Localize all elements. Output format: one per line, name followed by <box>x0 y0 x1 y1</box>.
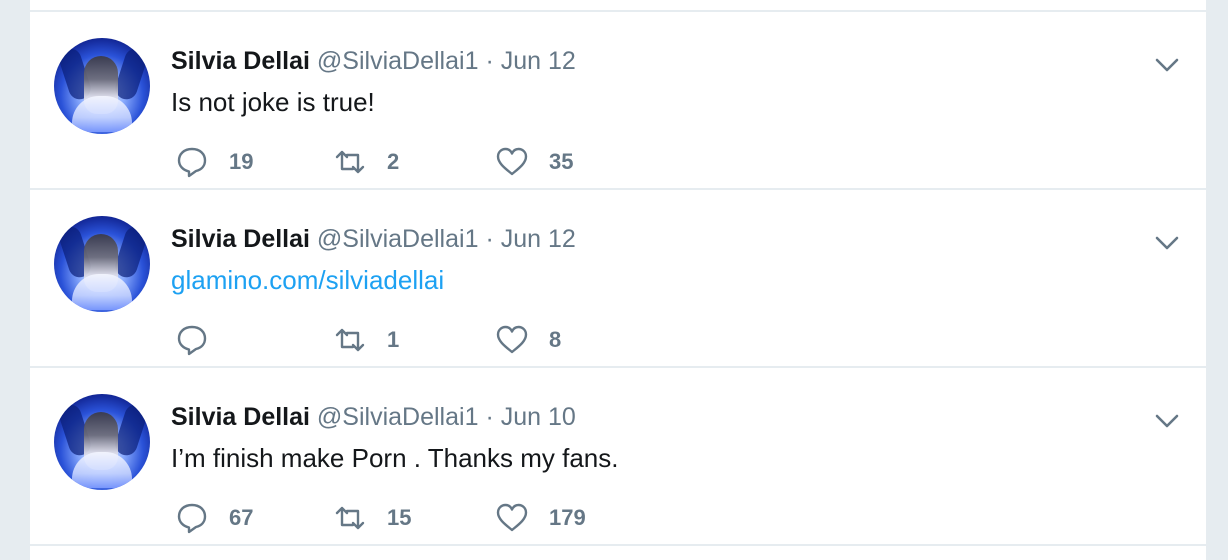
tweet-link[interactable]: glamino.com/silviadellai <box>171 264 444 296</box>
tweet-header: Silvia Dellai @SilviaDellai1 · Jun 12 <box>171 224 576 254</box>
display-name[interactable]: Silvia Dellai <box>171 225 310 253</box>
avatar[interactable] <box>54 38 150 134</box>
user-handle[interactable]: @SilviaDellai1 <box>317 403 479 431</box>
reply-icon <box>177 147 207 178</box>
retweet-count: 15 <box>387 505 412 530</box>
tweet-1[interactable]: Silvia Dellai @SilviaDellai1 · Jun 12 Is… <box>30 12 1206 188</box>
chevron-down-icon[interactable] <box>1154 412 1180 430</box>
retweet-button[interactable]: 2 <box>333 144 399 180</box>
retweet-icon <box>335 328 365 352</box>
tweet-3[interactable]: Silvia Dellai @SilviaDellai1 · Jun 10 I’… <box>30 368 1206 544</box>
separator-dot: · <box>485 47 494 75</box>
reply-count: 67 <box>229 505 254 530</box>
like-button[interactable]: 35 <box>495 144 573 180</box>
retweet-icon <box>335 150 365 174</box>
like-count: 179 <box>549 505 586 530</box>
chevron-down-icon[interactable] <box>1154 234 1180 252</box>
retweet-button[interactable]: 1 <box>333 322 399 358</box>
tweet-text: Is not joke is true! <box>171 87 375 117</box>
divider <box>30 544 1206 546</box>
display-name[interactable]: Silvia Dellai <box>171 47 310 75</box>
tweet-date[interactable]: Jun 12 <box>501 47 576 75</box>
heart-icon <box>496 325 528 354</box>
avatar[interactable] <box>54 216 150 312</box>
user-handle[interactable]: @SilviaDellai1 <box>317 47 479 75</box>
like-button[interactable]: 8 <box>495 322 561 358</box>
like-button[interactable]: 179 <box>495 500 586 536</box>
reply-button[interactable]: 19 <box>175 144 253 180</box>
retweet-button[interactable]: 15 <box>333 500 411 536</box>
tweet-date[interactable]: Jun 12 <box>501 225 576 253</box>
heart-icon <box>496 503 528 532</box>
like-count: 35 <box>549 149 574 174</box>
avatar[interactable] <box>54 394 150 490</box>
chevron-down-icon[interactable] <box>1154 56 1180 74</box>
user-handle[interactable]: @SilviaDellai1 <box>317 225 479 253</box>
tweet-2[interactable]: Silvia Dellai @SilviaDellai1 · Jun 12 gl… <box>30 190 1206 366</box>
reply-icon <box>177 503 207 534</box>
timeline: Silvia Dellai @SilviaDellai1 · Jun 12 Is… <box>30 0 1206 560</box>
display-name[interactable]: Silvia Dellai <box>171 403 310 431</box>
retweet-count: 1 <box>387 327 400 352</box>
retweet-icon <box>335 506 365 530</box>
retweet-count: 2 <box>387 149 400 174</box>
tweet-text: I’m finish make Porn . Thanks my fans. <box>171 443 619 473</box>
heart-icon <box>496 147 528 176</box>
tweet-date[interactable]: Jun 10 <box>501 403 576 431</box>
reply-count: 19 <box>229 149 254 174</box>
like-count: 8 <box>549 327 562 352</box>
tweet-header: Silvia Dellai @SilviaDellai1 · Jun 10 <box>171 402 576 432</box>
reply-button[interactable] <box>175 322 229 358</box>
separator-dot: · <box>485 403 494 431</box>
tweet-header: Silvia Dellai @SilviaDellai1 · Jun 12 <box>171 46 576 76</box>
separator-dot: · <box>485 225 494 253</box>
reply-button[interactable]: 67 <box>175 500 253 536</box>
reply-icon <box>177 325 207 356</box>
